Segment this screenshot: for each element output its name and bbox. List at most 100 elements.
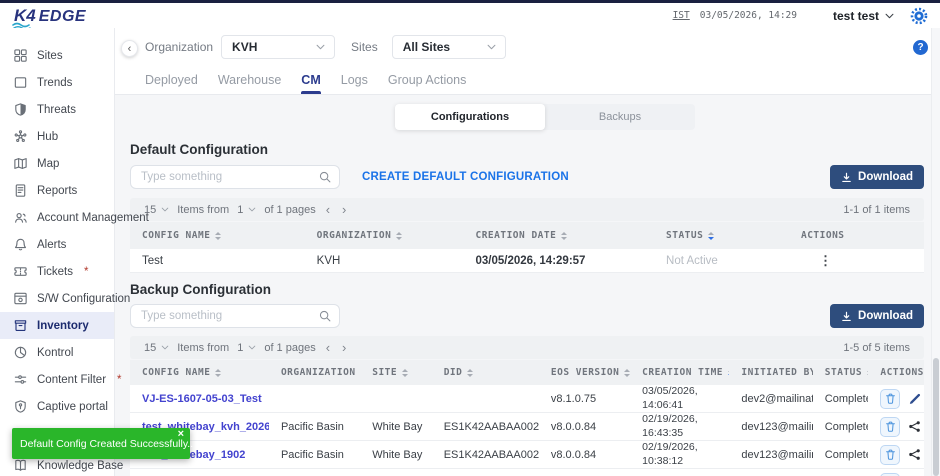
sidebar-item-threats[interactable]: Threats [0,96,114,123]
page-select[interactable]: 1 [237,204,256,216]
config-name-link[interactable]: VJ-ES-1607-05-03_Test [142,393,262,405]
column-header-organization[interactable]: ORGANIZATION [269,367,360,378]
shield-icon [13,102,28,117]
backup-configuration-title: Backup Configuration [130,282,924,297]
column-header-actions: ACTIONS [789,230,924,241]
sidebar-item-sw-configuration[interactable]: S/W Configuration [0,285,114,312]
download-label: Download [858,171,913,183]
share-icon[interactable] [908,420,921,433]
download-label: Download [858,310,913,322]
sidebar-item-captive-portal[interactable]: Captive portal [0,393,114,420]
share-icon[interactable] [908,448,921,461]
column-header-organization[interactable]: ORGANIZATION [305,230,464,241]
column-header-status[interactable]: STATUS [813,367,869,378]
sidebar-item-content-filter[interactable]: Content Filter * [0,366,114,393]
sidebar-item-label: Map [37,158,59,170]
sidebar-item-label: Threats [37,104,76,116]
page-size-select[interactable]: 15 [144,342,169,354]
sidebar-item-sites[interactable]: Sites [0,42,114,69]
organization-select[interactable]: KVH [221,35,335,59]
chevron-down-icon [248,345,256,350]
logo-edge-text: EDGE [39,8,86,26]
sidebar-item-map[interactable]: Map [0,150,114,177]
more-icon[interactable]: ⋮ [801,253,832,268]
timezone-link[interactable]: IST [673,10,690,21]
sidebar-item-kontrol[interactable]: Kontrol [0,339,114,366]
sidebar-item-inventory[interactable]: Inventory [0,312,114,339]
sidebar-item-tickets[interactable]: Tickets * [0,258,114,285]
edit-icon[interactable] [908,392,921,405]
tab-configurations[interactable]: Configurations [395,104,545,130]
tab-logs[interactable]: Logs [341,66,368,94]
status-cell: Completed [813,449,869,461]
tab-group-actions[interactable]: Group Actions [388,66,467,94]
sidebar-collapse-button[interactable]: ‹ [121,40,138,57]
column-header-site[interactable]: SITE [360,367,431,378]
pie-icon [13,345,28,360]
column-header-config-name[interactable]: CONFIG NAME [130,230,305,241]
table-row: 02/18/2026, [130,469,924,476]
initiated-by-cell: dev2@mailinator... [729,393,812,405]
prev-page-icon[interactable]: ‹ [324,203,332,216]
sidebar-item-account-management[interactable]: Account Management [0,204,114,231]
pages-label: of 1 pages [264,342,315,354]
sidebar-item-label: Tickets [37,266,73,278]
page-value: 1 [237,204,243,216]
column-header-initiated-by[interactable]: INITIATED BY [729,367,812,378]
sort-icon [215,369,221,377]
sort-icon [215,232,221,240]
tab-cm[interactable]: CM [301,66,320,94]
tab-deployed[interactable]: Deployed [145,66,198,94]
column-header-creation-time[interactable]: CREATION TIME [630,367,729,378]
monitor-icon [13,75,28,90]
next-page-icon[interactable]: › [340,203,348,216]
delete-button[interactable] [880,389,900,409]
help-icon[interactable]: ? [913,40,928,55]
delete-button[interactable] [880,417,900,437]
download-button[interactable]: Download [830,304,924,328]
items-range: 1-5 of 5 items [843,342,910,354]
backup-config-pagination: 15 Items from 1 of 1 pages ‹ › 1-5 of 5 … [130,336,924,359]
k4-edge-logo[interactable]: K4 EDGE [14,6,86,26]
default-config-search [130,165,340,189]
page-select[interactable]: 1 [237,342,256,354]
sidebar-item-label: Reports [37,185,77,197]
sidebar-item-label: Account Management [37,212,149,224]
status-cell: Not Active [654,255,789,267]
table-row: test_whitebay_1902 Pacific Basin White B… [130,441,924,469]
sites-select[interactable]: All Sites [392,35,506,59]
sites-label: Sites [351,40,378,54]
page-size-value: 15 [144,342,156,354]
column-header-eos-version[interactable]: EOS VERSION [539,367,630,378]
download-icon [841,172,852,183]
column-header-did[interactable]: DID [432,367,539,378]
user-menu[interactable]: test test [833,9,894,23]
download-button[interactable]: Download [830,165,924,189]
sidebar-item-label: Trends [37,77,72,89]
sidebar-item-reports[interactable]: Reports [0,177,114,204]
column-header-config-name[interactable]: CONFIG NAME [130,367,269,378]
scrollbar-thumb[interactable] [933,358,939,476]
sidebar-item-trends[interactable]: Trends [0,69,114,96]
tab-warehouse[interactable]: Warehouse [218,66,281,94]
column-header-status[interactable]: STATUS [654,230,789,241]
chevron-down-icon [487,44,496,50]
search-input[interactable] [130,165,340,189]
column-header-creation-date[interactable]: CREATION DATE [463,230,654,241]
sidebar-item-hub[interactable]: Hub [0,123,114,150]
report-icon [13,183,28,198]
search-input[interactable] [130,304,340,328]
delete-button[interactable] [880,445,900,465]
chevron-down-icon [161,207,169,212]
prev-page-icon[interactable]: ‹ [324,341,332,354]
delete-button[interactable] [880,473,900,476]
create-default-configuration-link[interactable]: CREATE DEFAULT CONFIGURATION [362,171,569,183]
sidebar-item-alerts[interactable]: Alerts [0,231,114,258]
close-icon[interactable]: × [178,428,184,440]
organization-label: Organization [145,40,213,54]
sort-icon-active [708,232,714,240]
tab-backups[interactable]: Backups [545,104,695,130]
gear-icon[interactable] [910,7,928,25]
next-page-icon[interactable]: › [340,341,348,354]
sort-icon [467,369,473,377]
